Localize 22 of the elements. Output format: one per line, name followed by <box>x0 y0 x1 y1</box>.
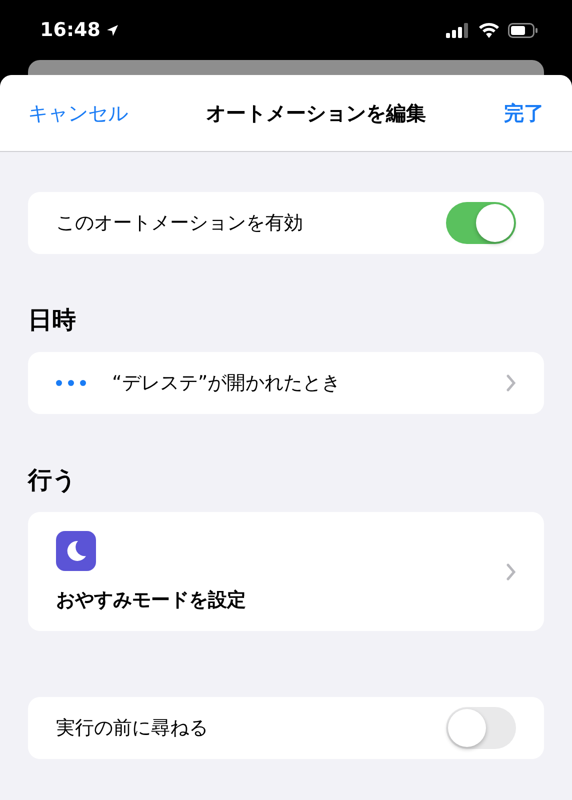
signal-icon <box>446 22 470 38</box>
cancel-button[interactable]: キャンセル <box>28 100 128 126</box>
trigger-label: “デレステ”が開かれたとき <box>112 371 342 396</box>
action-row[interactable]: おやすみモードを設定 <box>28 512 544 631</box>
toggle-switch[interactable] <box>446 707 516 749</box>
moon-icon <box>56 530 96 570</box>
location-icon <box>106 24 120 36</box>
row-label: 実行の前に尋ねる <box>56 716 209 741</box>
row-label: このオートメーションを有効 <box>56 211 304 236</box>
action-label: おやすみモードを設定 <box>56 588 247 612</box>
chevron-icon <box>506 562 516 580</box>
section-title: 行う <box>28 465 78 496</box>
toggle-switch[interactable] <box>446 202 516 244</box>
done-button[interactable]: 完了 <box>504 100 544 126</box>
battery-icon <box>508 22 538 38</box>
section-title: 日時 <box>28 305 77 336</box>
nav-title: オートメーションを編集 <box>205 100 427 126</box>
status-time: 16:48 <box>40 19 100 41</box>
chevron-icon <box>506 374 516 392</box>
more-icon <box>56 380 86 386</box>
wifi-icon <box>478 22 500 38</box>
trigger-row[interactable]: “デレステ”が開かれたとき <box>28 352 544 414</box>
